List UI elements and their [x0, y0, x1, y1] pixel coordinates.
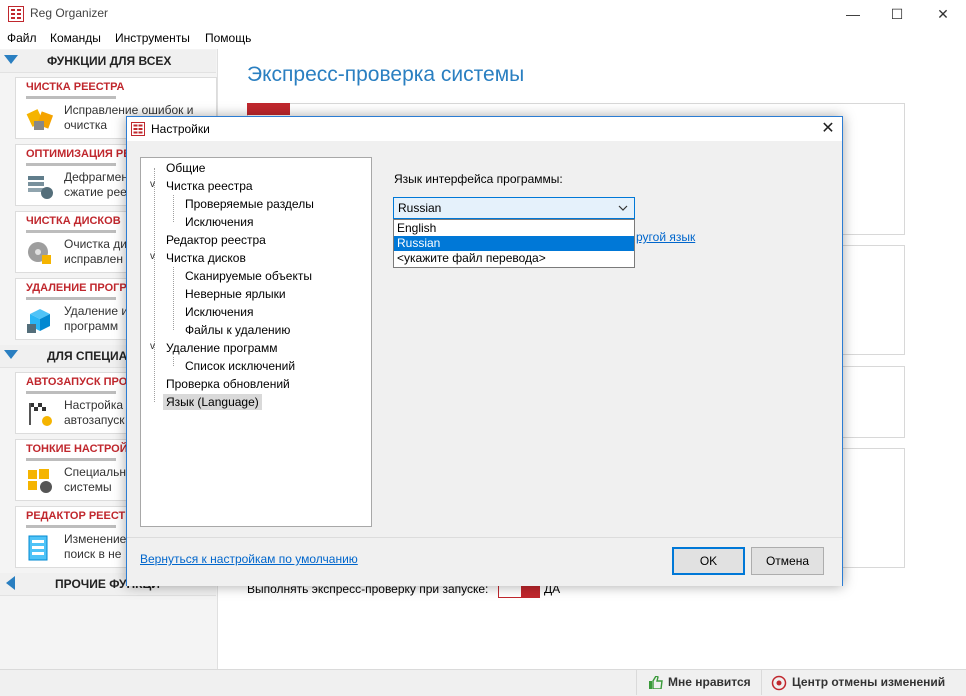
section-label: ФУНКЦИИ ДЛЯ ВСЕХ	[47, 54, 172, 68]
panel-title: ЧИСТКА РЕЕСТРА	[26, 81, 125, 93]
like-label: Мне нравится	[668, 675, 751, 689]
ok-button[interactable]: OK	[672, 547, 745, 575]
app-logo-icon	[8, 6, 24, 22]
tree-item-disk-exclusions[interactable]: Исключения	[185, 305, 254, 319]
tree-item-language[interactable]: Язык (Language)	[163, 394, 262, 410]
collapse-triangle-icon	[4, 350, 18, 359]
undo-center-label: Центр отмены изменений	[792, 675, 946, 689]
settings-tree: Общие v Чистка реестра Проверяемые разде…	[140, 157, 372, 527]
tree-expand-chevron-icon[interactable]: v	[150, 341, 155, 352]
panel-title: РЕДАКТОР РЕЕСТРА	[26, 510, 140, 522]
windows-gear-icon	[28, 469, 52, 493]
language-dropdown-list: English Russian <укажите файл перевода>	[393, 219, 635, 268]
uninstall-box-icon	[27, 309, 50, 333]
language-select-value: Russian	[398, 201, 442, 215]
tree-guide-line	[173, 267, 174, 330]
panel-title: АВТОЗАПУСК ПРОГР	[26, 376, 141, 388]
panel-description: Изменение поиск в не	[64, 532, 127, 561]
panel-description: Дефрагмен сжатие реес	[64, 170, 133, 199]
tree-item-checked-sections[interactable]: Проверяемые разделы	[185, 197, 314, 211]
tree-expand-chevron-icon[interactable]: v	[150, 251, 155, 262]
chevron-down-icon	[618, 205, 628, 211]
panel-title: ОПТИМИЗАЦИЯ РЕЕ	[26, 148, 138, 160]
like-button[interactable]: Мне нравится	[636, 670, 761, 695]
reset-defaults-link[interactable]: Вернуться к настройкам по умолчанию	[140, 552, 358, 566]
tree-item-general[interactable]: Общие	[166, 161, 205, 175]
tree-expand-chevron-icon[interactable]: v	[150, 179, 155, 190]
panel-description: Очистка ди исправлен	[64, 237, 128, 266]
broom-icon	[26, 109, 54, 130]
undo-center-button[interactable]: Центр отмены изменений	[761, 670, 966, 695]
page-title: Экспресс-проверка системы	[247, 63, 525, 86]
panel-title: ЧИСТКА ДИСКОВ	[26, 215, 121, 227]
menu-help[interactable]: Помощь	[205, 31, 251, 45]
status-marker	[247, 103, 290, 115]
language-select[interactable]: Russian	[393, 197, 635, 219]
language-label: Язык интерфейса программы:	[394, 172, 563, 186]
panel-underline	[26, 391, 116, 394]
settings-dialog: Настройки ✕ Общие v Чистка реестра Прове…	[126, 116, 843, 586]
tree-item-exclusions[interactable]: Исключения	[185, 215, 254, 229]
window-title: Reg Organizer	[30, 6, 109, 20]
tree-guide-line	[173, 357, 174, 366]
tree-guide-line	[173, 195, 174, 222]
cancel-button[interactable]: Отмена	[751, 547, 824, 575]
other-language-link[interactable]: ругой язык	[636, 230, 695, 244]
dialog-title: Настройки	[151, 122, 210, 136]
menu-commands[interactable]: Команды	[50, 31, 101, 45]
language-option-russian[interactable]: Russian	[394, 236, 634, 251]
language-option-english[interactable]: English	[394, 221, 634, 236]
tree-item-scanned-objects[interactable]: Сканируемые объекты	[185, 269, 312, 283]
panel-description: Настройка автозапуск	[64, 398, 125, 427]
registry-editor-icon	[28, 535, 48, 561]
panel-description: Специальн системы	[64, 465, 126, 494]
section-label: ДЛЯ СПЕЦИАЛ	[47, 349, 136, 363]
expand-triangle-icon	[6, 576, 15, 590]
panel-underline	[26, 230, 116, 233]
tree-item-update-check[interactable]: Проверка обновлений	[166, 377, 290, 391]
menu-tools[interactable]: Инструменты	[115, 31, 190, 45]
tree-guide-line	[154, 168, 155, 402]
defrag-icon	[28, 176, 53, 199]
tree-item-uninstall[interactable]: Удаление программ	[166, 341, 277, 355]
dialog-close-button[interactable]: ✕	[814, 117, 842, 141]
maximize-button[interactable]: ☐	[874, 0, 920, 28]
panel-underline	[26, 96, 116, 99]
tree-item-files-to-delete[interactable]: Файлы к удалению	[185, 323, 290, 337]
panel-title: УДАЛЕНИЕ ПРОГРА	[26, 282, 134, 294]
tree-item-registry-editor[interactable]: Редактор реестра	[166, 233, 266, 247]
panel-description: Удаление и программ	[64, 304, 129, 333]
dialog-app-icon	[131, 122, 145, 136]
minimize-button[interactable]: —	[830, 0, 876, 28]
tree-item-disk-cleaning[interactable]: Чистка дисков	[166, 251, 246, 265]
menu-file[interactable]: Файл	[7, 31, 37, 45]
panel-title: ТОНКИЕ НАСТРОЙК	[26, 443, 135, 455]
tree-item-invalid-shortcuts[interactable]: Неверные ярлыки	[185, 287, 286, 301]
tree-item-exclusion-list[interactable]: Список исключений	[185, 359, 295, 373]
panel-underline	[26, 163, 116, 166]
dialog-title-bar	[127, 117, 842, 141]
startup-flag-icon	[29, 403, 52, 426]
panel-underline	[26, 297, 116, 300]
panel-underline	[26, 525, 116, 528]
thumbs-up-icon	[649, 676, 663, 689]
section-header-all[interactable]: ФУНКЦИИ ДЛЯ ВСЕХ	[0, 50, 216, 73]
language-option-translation-file[interactable]: <укажите файл перевода>	[394, 251, 634, 266]
panel-underline	[26, 458, 116, 461]
collapse-triangle-icon	[4, 55, 18, 64]
tree-item-registry-cleaning[interactable]: Чистка реестра	[166, 179, 253, 193]
disk-broom-icon	[28, 242, 51, 264]
title-bar	[0, 0, 966, 28]
close-button[interactable]: ✕	[920, 0, 966, 28]
undo-center-icon	[771, 675, 787, 691]
